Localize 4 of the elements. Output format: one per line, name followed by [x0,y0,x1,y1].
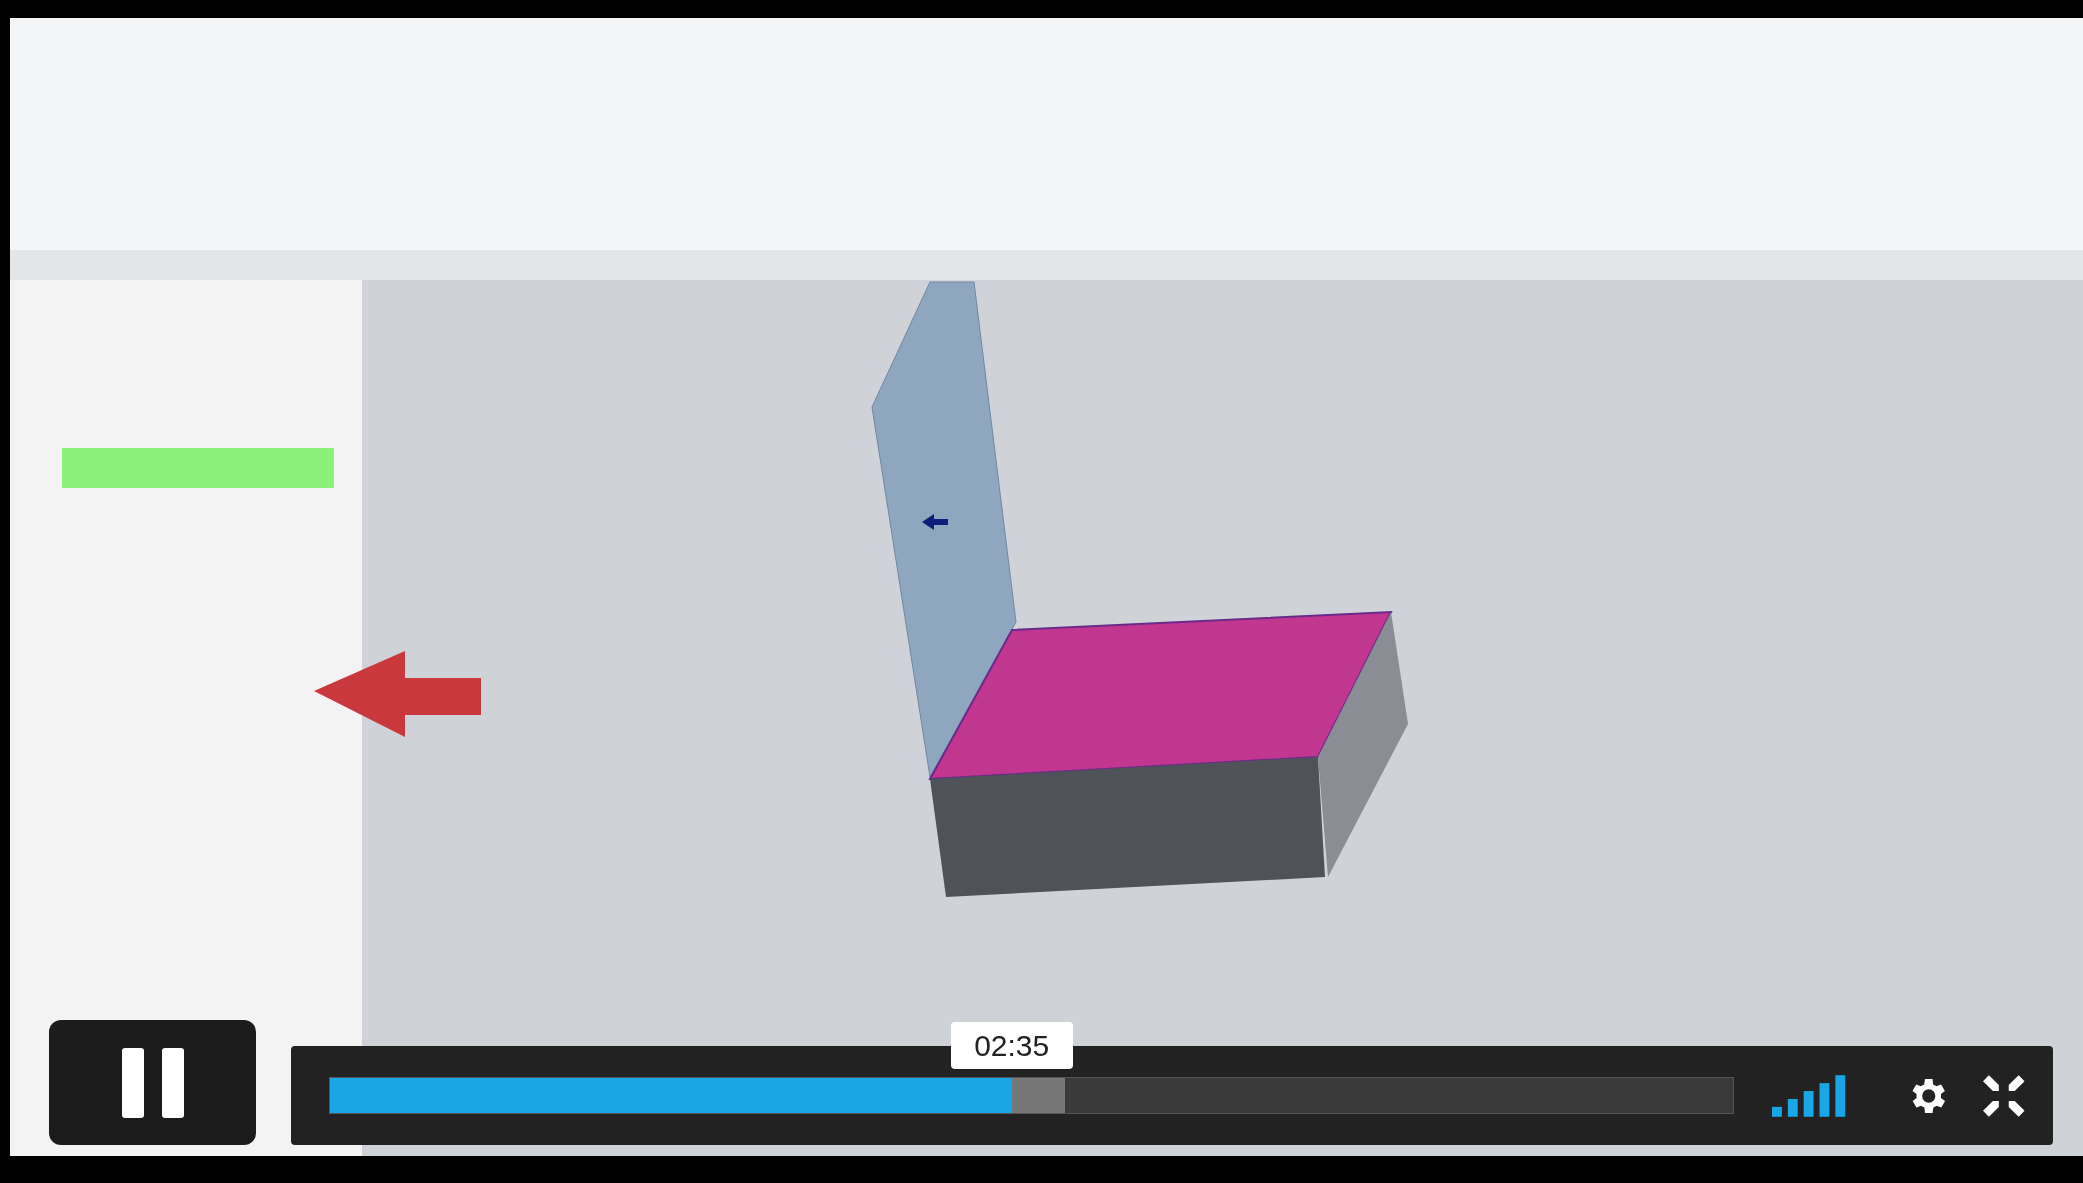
time-tooltip: 02:35 [950,1022,1073,1069]
pause-button[interactable] [49,1020,256,1145]
fullscreen-icon[interactable] [1983,1074,2025,1117]
pause-icon [121,1047,184,1118]
